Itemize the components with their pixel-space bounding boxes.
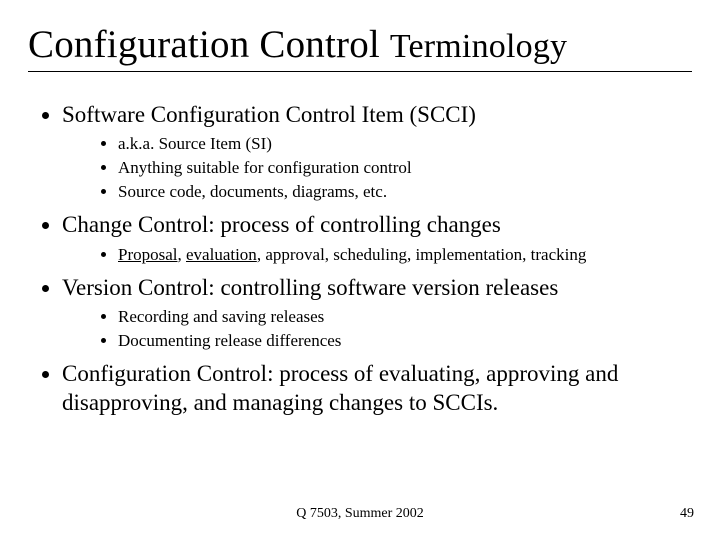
sub-list-scci: a.k.a. Source Item (SI) Anything suitabl… — [62, 133, 692, 204]
bullet-text: Software Configuration Control Item (SCC… — [62, 102, 476, 127]
slide: Configuration Control Terminology Softwa… — [0, 0, 720, 540]
sub-list-version-control: Recording and saving releases Documentin… — [62, 306, 692, 353]
sub-item: Source code, documents, diagrams, etc. — [118, 181, 692, 204]
bullet-configuration-control: Configuration Control: process of evalua… — [62, 359, 692, 418]
bullet-scci: Software Configuration Control Item (SCC… — [62, 100, 692, 204]
sub-item: Recording and saving releases — [118, 306, 692, 329]
slide-number: 49 — [680, 506, 694, 522]
sub-list-change-control: Proposal, evaluation, approval, scheduli… — [62, 244, 692, 267]
title-rule — [28, 71, 692, 72]
bullet-version-control: Version Control: controlling software ve… — [62, 273, 692, 353]
bullet-text: Change Control: process of controlling c… — [62, 212, 501, 237]
bullet-list: Software Configuration Control Item (SCC… — [28, 100, 692, 418]
title-small: Terminology — [390, 28, 567, 65]
sub-item: Proposal, evaluation, approval, scheduli… — [118, 244, 692, 267]
bullet-text: Version Control: controlling software ve… — [62, 275, 558, 300]
sub-item: a.k.a. Source Item (SI) — [118, 133, 692, 156]
slide-title: Configuration Control Terminology — [28, 22, 692, 67]
bullet-text: Configuration Control: process of evalua… — [62, 361, 618, 415]
sub-item: Anything suitable for configuration cont… — [118, 157, 692, 180]
title-main: Configuration Control — [28, 23, 390, 66]
footer-course: Q 7503, Summer 2002 — [0, 506, 720, 522]
bullet-change-control: Change Control: process of controlling c… — [62, 210, 692, 266]
sub-item: Documenting release differences — [118, 330, 692, 353]
